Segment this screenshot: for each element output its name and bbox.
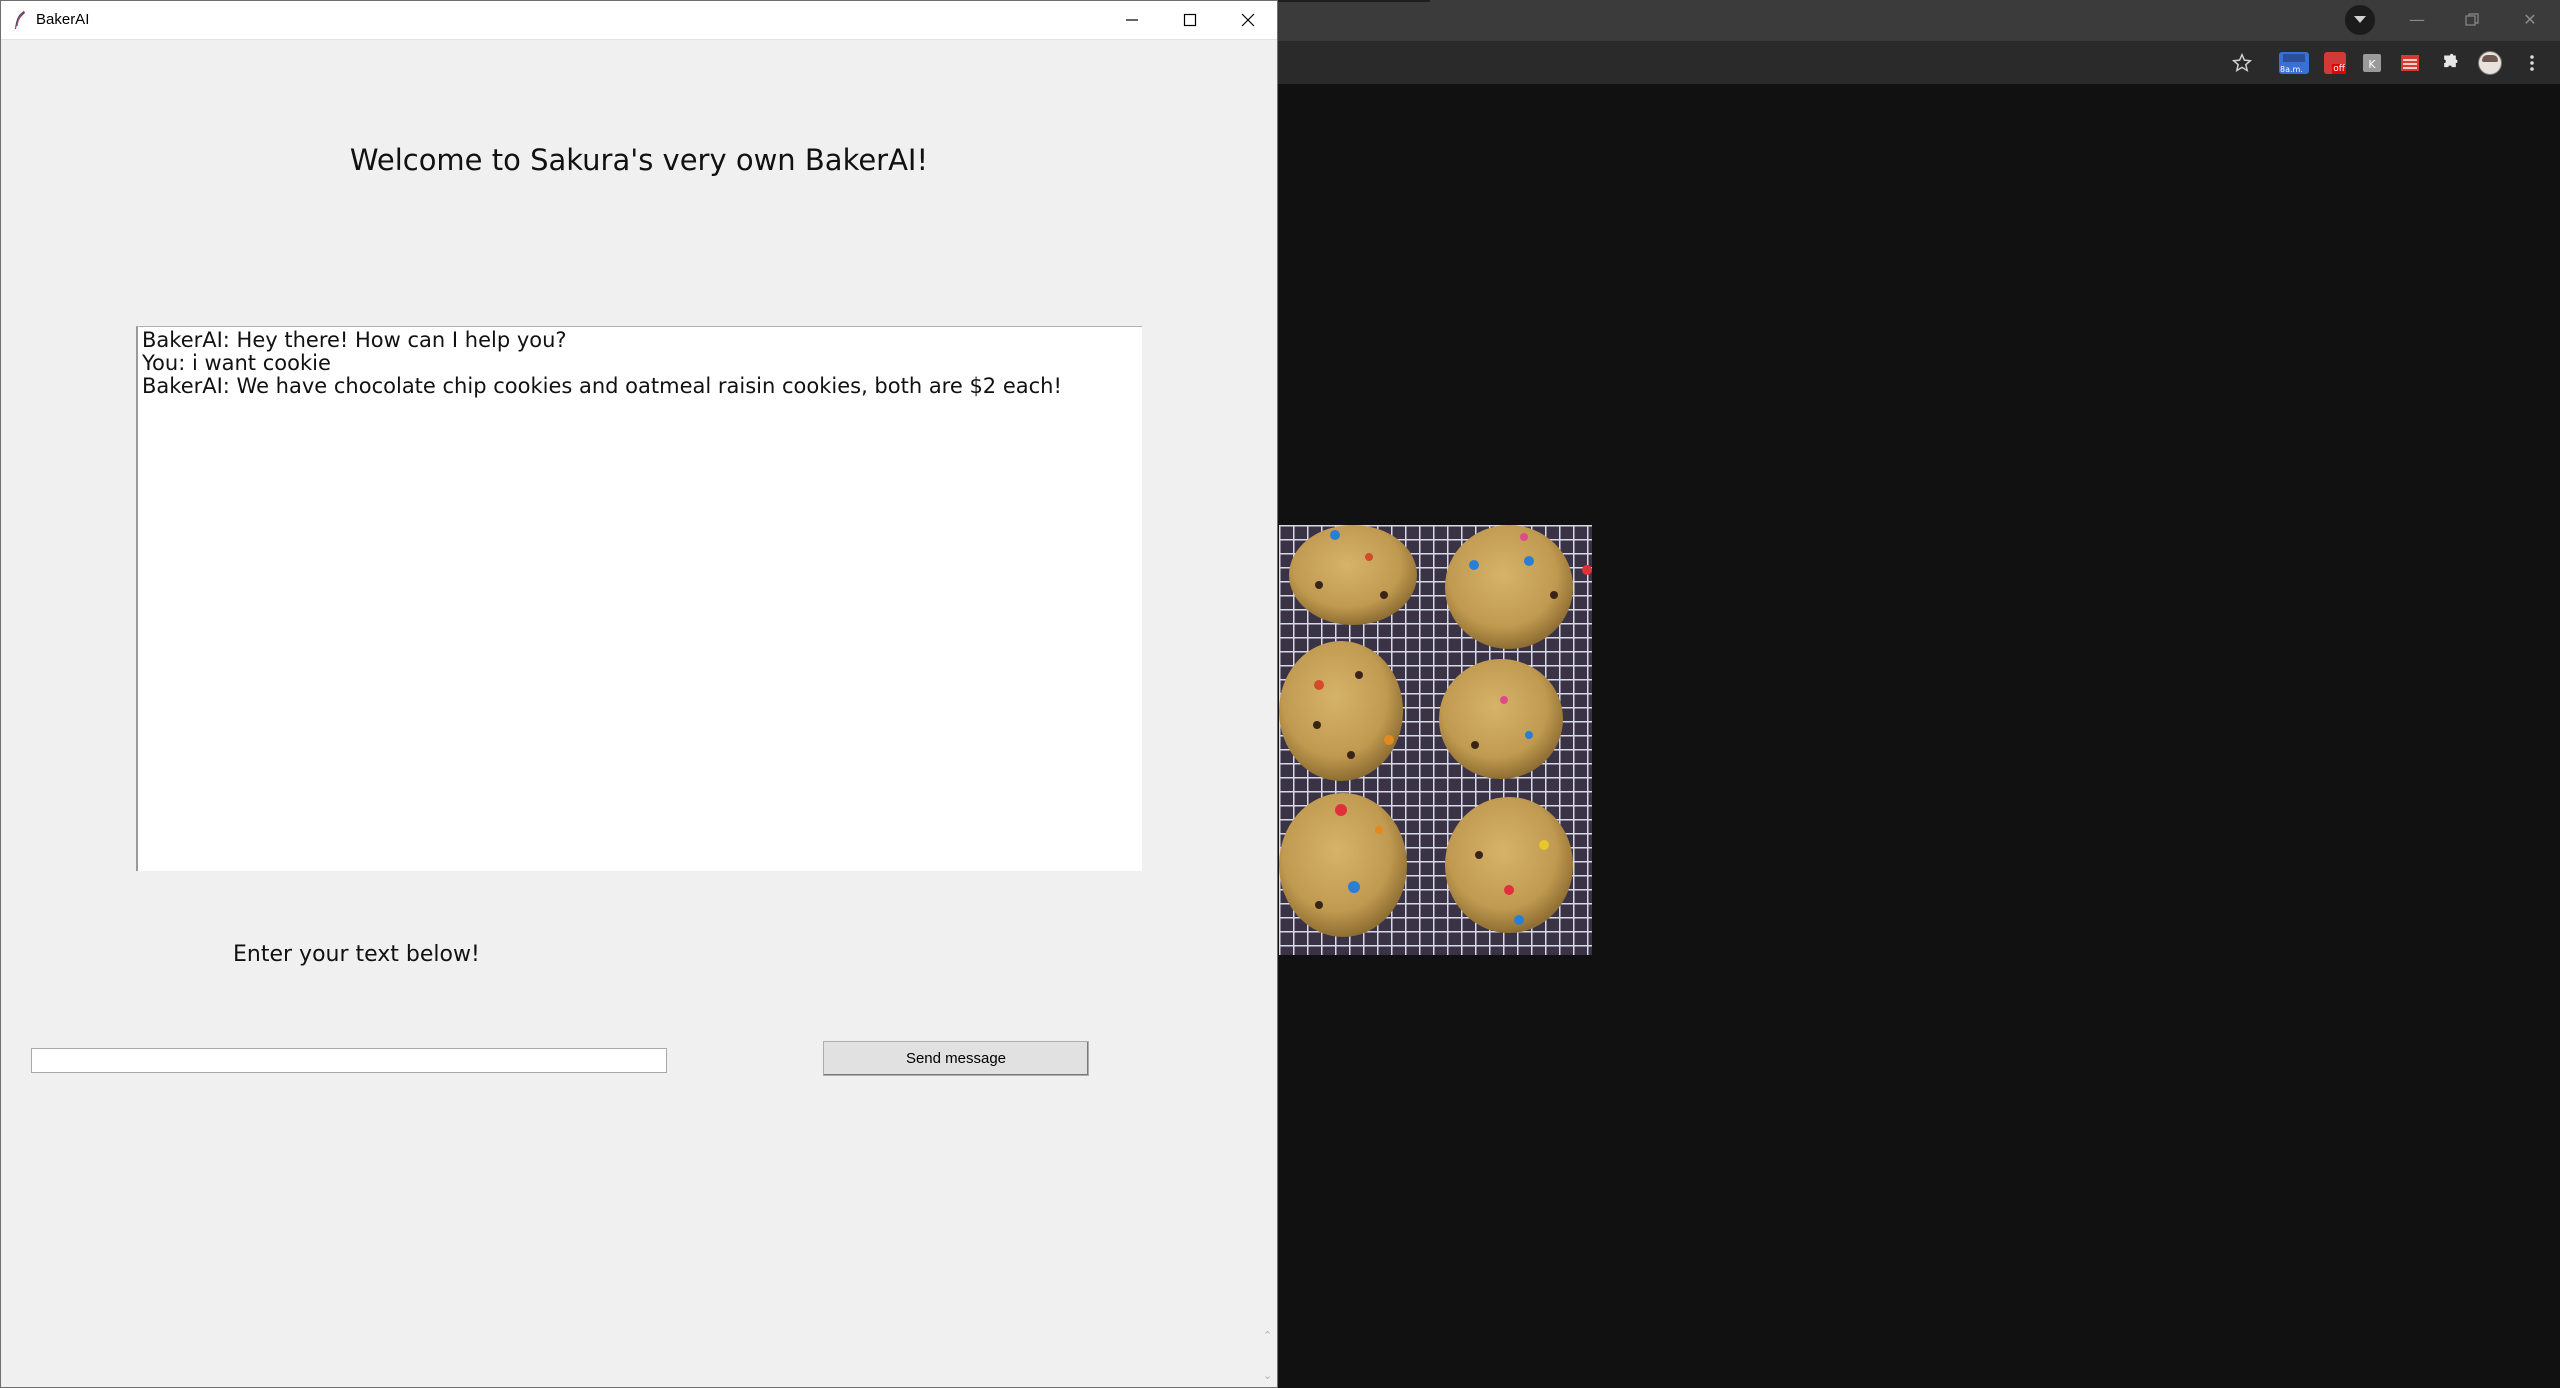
chat-message: BakerAI: Hey there! How can I help you? <box>142 328 567 352</box>
message-input[interactable] <box>31 1048 667 1073</box>
browser-tab-indicator <box>1278 0 1430 2</box>
bookmark-star-icon[interactable] <box>2229 50 2255 76</box>
extension-8am-icon[interactable]: 8a.m. <box>2278 50 2310 76</box>
welcome-heading: Welcome to Sakura's very own BakerAI! <box>349 143 929 177</box>
bakerai-window: BakerAI Welcome to Sakura's very own Bak… <box>0 0 1278 1388</box>
chat-message: BakerAI: We have chocolate chip cookies … <box>142 374 1062 398</box>
scroll-up-icon[interactable]: ⌃ <box>1263 1329 1275 1343</box>
window-title: BakerAI <box>36 11 90 28</box>
extension-8am-label: 8a.m. <box>2280 65 2303 74</box>
menu-kebab-icon[interactable] <box>2519 50 2545 76</box>
input-prompt-label: Enter your text below! <box>233 942 480 967</box>
extension-off-icon[interactable]: off <box>2322 50 2348 76</box>
extension-k-icon[interactable]: K <box>2359 50 2385 76</box>
browser-restore-button[interactable] <box>2452 6 2492 34</box>
chat-message: You: i want cookie <box>142 351 331 375</box>
window-titlebar: BakerAI <box>1 1 1277 40</box>
maximize-button[interactable] <box>1161 1 1219 39</box>
send-message-button[interactable]: Send message <box>823 1041 1089 1076</box>
close-button[interactable] <box>1219 1 1277 39</box>
maximize-icon <box>1183 13 1197 27</box>
extensions-puzzle-icon[interactable] <box>2437 50 2463 76</box>
tk-feather-icon <box>15 10 25 29</box>
tab-search-icon[interactable] <box>2345 5 2375 35</box>
chat-log[interactable]: BakerAI: Hey there! How can I help you? … <box>136 326 1142 871</box>
profile-avatar-icon[interactable] <box>2477 50 2503 76</box>
extension-stack-icon[interactable] <box>2397 50 2423 76</box>
scroll-down-icon[interactable]: ⌄ <box>1263 1369 1275 1383</box>
cookies-photo <box>1279 525 1592 955</box>
minimize-button[interactable] <box>1103 1 1161 39</box>
minimize-icon <box>1126 19 1138 21</box>
extension-off-label: off <box>2332 64 2346 74</box>
extension-k-label: K <box>2368 58 2376 71</box>
close-icon <box>1241 13 1255 27</box>
browser-minimize-button[interactable]: — <box>2397 6 2437 34</box>
browser-close-button[interactable]: ✕ <box>2510 6 2550 34</box>
scroll-arrows[interactable]: ⌃ ⌄ <box>1263 1329 1275 1385</box>
